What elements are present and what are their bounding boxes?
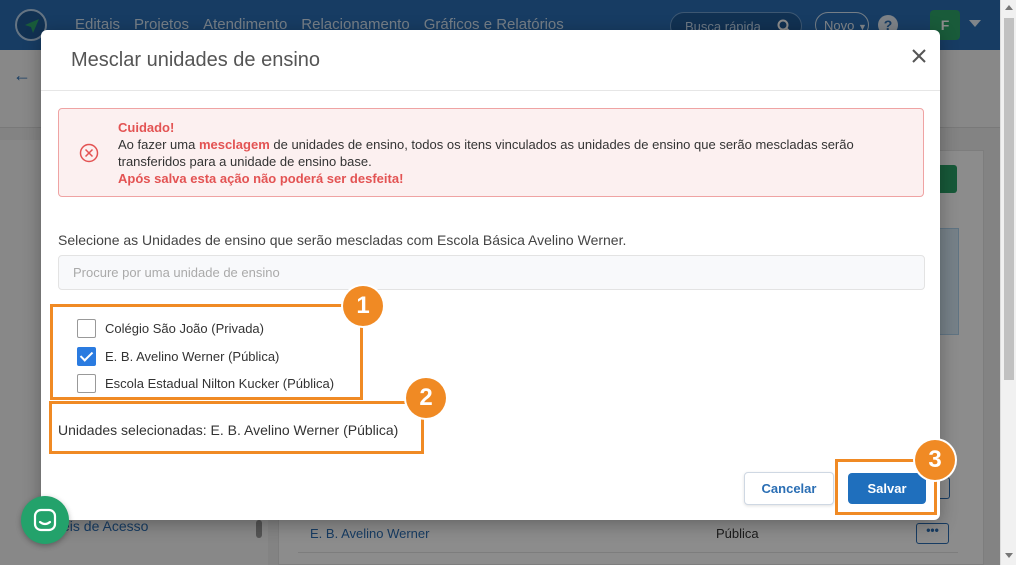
warning-alert: Cuidado! Ao fazer uma mesclagem de unida… [58, 108, 924, 197]
alert-emphasis: mesclagem [198, 137, 270, 152]
alert-body: Ao fazer uma mesclagem de unidades de en… [118, 137, 854, 169]
scroll-down-icon[interactable] [1005, 553, 1013, 558]
alert-warning: Após salva esta ação não poderá ser desf… [118, 171, 404, 186]
page-scrollbar[interactable] [1000, 0, 1016, 565]
close-icon [912, 49, 926, 63]
scroll-up-icon[interactable] [1005, 5, 1013, 10]
alert-heading: Cuidado! [118, 120, 175, 135]
annotation-box-1 [50, 304, 363, 400]
alert-text: Cuidado! Ao fazer uma mesclagem de unida… [118, 119, 908, 187]
chat-icon [33, 508, 57, 532]
annotation-number-1: 1 [343, 286, 383, 326]
select-units-label: Selecione as Unidades de ensino que serã… [58, 232, 627, 248]
annotation-number-3: 3 [915, 440, 955, 480]
unit-search-input[interactable] [58, 255, 925, 290]
annotation-number-2: 2 [406, 378, 446, 418]
modal-title: Mesclar unidades de ensino [71, 49, 321, 71]
chat-launcher-button[interactable] [21, 496, 69, 544]
close-button[interactable] [907, 44, 931, 68]
error-circle-icon [79, 143, 99, 163]
annotation-box-2 [49, 401, 424, 454]
modal-header: Mesclar unidades de ensino [41, 30, 940, 91]
scrollbar-thumb[interactable] [1004, 18, 1014, 380]
cancel-button[interactable]: Cancelar [744, 472, 834, 505]
